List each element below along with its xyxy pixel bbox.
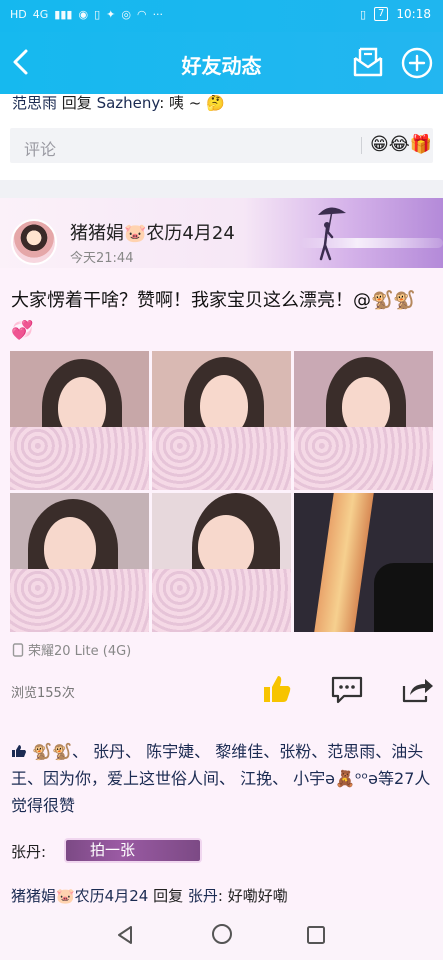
pat-comment[interactable]: 拍一张: [64, 838, 202, 863]
camera-icon: ◎: [121, 8, 131, 21]
reply-comment-text: : 好嘞好嘞: [217, 887, 288, 905]
wechat-icon: ◉: [78, 8, 89, 21]
notification-icon: ✦: [106, 8, 116, 21]
triangle-back-icon[interactable]: [114, 924, 136, 946]
photo-1[interactable]: [10, 351, 149, 490]
post-author[interactable]: 猪猪娟🐷农历4月24: [70, 219, 235, 245]
likes-list: 🐒🐒、 张丹、 陈宇婕、 黎维佳、张粉、范思雨、油头王、因为你，爱上这世俗人间、…: [11, 738, 436, 819]
battery-saver-icon: ▯: [94, 8, 101, 21]
umbrella-figure-icon: [318, 207, 346, 261]
photo-3[interactable]: [294, 351, 433, 490]
comment-input[interactable]: 评论 😁😂🎁: [10, 128, 433, 163]
comment-author[interactable]: 张丹:: [11, 841, 46, 862]
previous-reply: 范思雨 回复 Sazheny: 咦 ~ 🤔: [12, 92, 225, 113]
emoji-icon[interactable]: 😁😂🎁: [370, 134, 432, 155]
comment-icon: [331, 676, 363, 704]
thumbs-up-small-icon: [12, 745, 26, 757]
share-button[interactable]: [401, 674, 435, 704]
status-bar: HD 4G ▮▮▮ ◉ ▯ ✦ ◎ ◠ ··· ▯ 7 10:18: [0, 0, 443, 32]
photo-2[interactable]: [152, 351, 291, 490]
network-indicator: 4G: [32, 8, 49, 21]
add-post-button[interactable]: [400, 46, 434, 80]
photo-4[interactable]: [10, 493, 149, 632]
photo-6[interactable]: [294, 493, 433, 632]
section-divider: [0, 180, 443, 198]
system-nav-bar: [0, 910, 443, 960]
avatar[interactable]: [11, 219, 57, 265]
mailbox-icon: [353, 47, 383, 77]
circle-home-icon[interactable]: [211, 923, 233, 945]
post-text: 大家愣着干啥？赞啊！我家宝贝这么漂亮！@🐒🐒 💞: [11, 290, 416, 341]
share-icon: [402, 679, 433, 703]
like-button[interactable]: [261, 673, 293, 705]
wifi-icon: ◠: [136, 8, 147, 21]
device-info: 荣耀20 Lite (4G): [12, 640, 131, 659]
post-card: 猪猪娟🐷农历4月24 今天21:44 大家愣着干啥？赞啊！我家宝贝这么漂亮！@🐒…: [0, 198, 443, 960]
reply-comment-verb: 回复: [148, 887, 188, 905]
reply-verb: 回复: [57, 94, 97, 112]
reply-comment: 猪猪娟🐷农历4月24 回复 张丹: 好嘞好嘞: [11, 885, 288, 906]
square-recents-icon[interactable]: [306, 925, 326, 945]
status-left: HD 4G ▮▮▮ ◉ ▯ ✦ ◎ ◠ ···: [10, 8, 163, 21]
hd-indicator: HD: [10, 8, 27, 21]
post-time: 今天21:44: [70, 251, 134, 266]
status-right: ▯ 7 10:18: [360, 7, 431, 21]
divider: [361, 137, 362, 154]
vibrate-icon: ▯: [359, 7, 367, 21]
messages-button[interactable]: [351, 46, 385, 78]
thumbs-up-icon: [264, 676, 291, 702]
reply-text: : 咦 ~ 🤔: [159, 94, 225, 112]
nav-bar: 好友动态: [0, 32, 443, 94]
photo-grid: [10, 351, 433, 632]
more-notifications-icon: ···: [152, 8, 164, 21]
comment-button[interactable]: [330, 675, 364, 705]
comment-placeholder: 评论: [24, 140, 57, 159]
phone-icon: [12, 642, 24, 657]
battery-icon: 7: [374, 7, 389, 21]
status-time: 10:18: [396, 7, 431, 21]
photo-5[interactable]: [152, 493, 291, 632]
reply-author[interactable]: 范思雨: [12, 94, 57, 112]
likes-names[interactable]: 🐒🐒、 张丹、 陈宇婕、 黎维佳、张粉、范思雨、油头王、因为你，爱上这世俗人间、…: [11, 742, 430, 815]
plus-circle-icon: [401, 47, 433, 79]
reply-comment-target[interactable]: 张丹: [188, 887, 218, 905]
signal-icon: ▮▮▮: [54, 8, 73, 21]
device-name: 荣耀20 Lite (4G): [28, 644, 132, 659]
reply-target[interactable]: Sazheny: [97, 94, 160, 112]
view-count: 浏览155次: [11, 686, 75, 701]
reply-comment-author[interactable]: 猪猪娟🐷农历4月24: [11, 887, 148, 905]
